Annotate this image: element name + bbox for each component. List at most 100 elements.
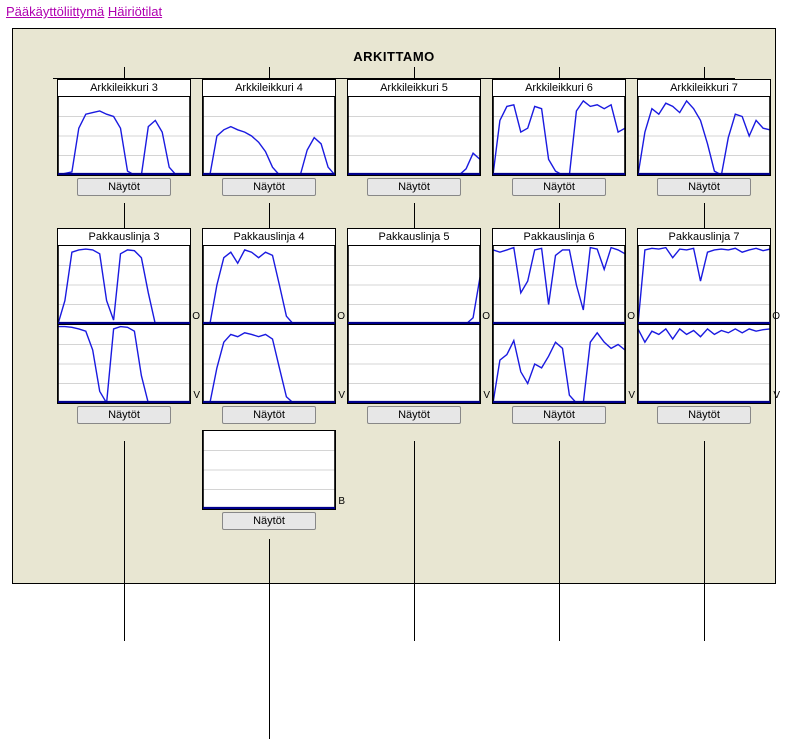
chart: B — [203, 431, 335, 509]
column: Arkkileikkuri 4 Näytöt Pakkauslinja 4 O … — [202, 79, 336, 536]
card-title: Pakkauslinja 3 — [58, 229, 190, 246]
chart: V — [58, 325, 190, 403]
axis-label: V — [628, 390, 635, 401]
chart: V — [203, 325, 335, 403]
connector — [269, 539, 270, 739]
button-row: Näytöt — [202, 510, 336, 536]
button-row: Näytöt — [202, 404, 336, 430]
link-main-ui[interactable]: Pääkäyttöliittymä — [6, 4, 104, 19]
chart-card: Pakkauslinja 3 O — [57, 228, 191, 325]
chart-card: Pakkauslinja 6 O — [492, 228, 626, 325]
connector — [704, 203, 705, 229]
show-button[interactable]: Näytöt — [657, 178, 751, 196]
column: Arkkileikkuri 7 Näytöt Pakkauslinja 7 O … — [637, 79, 771, 430]
button-row: Näytöt — [57, 404, 191, 430]
connector — [414, 67, 415, 79]
chart: V — [348, 325, 480, 403]
button-row: Näytöt — [637, 176, 771, 202]
card-title: Arkkileikkuri 5 — [348, 80, 480, 97]
chart-card: V — [637, 324, 771, 404]
show-button[interactable]: Näytöt — [367, 406, 461, 424]
chart-card: Arkkileikkuri 6 — [492, 79, 626, 176]
button-row: Näytöt — [637, 404, 771, 430]
chart-card: Pakkauslinja 5 O — [347, 228, 481, 325]
chart: O — [203, 246, 335, 324]
chart-card: Arkkileikkuri 4 — [202, 79, 336, 176]
chart: O — [638, 246, 770, 324]
show-button[interactable]: Näytöt — [222, 178, 316, 196]
chart-card: V — [347, 324, 481, 404]
connector — [704, 441, 705, 641]
chart: O — [58, 246, 190, 324]
button-row: Näytöt — [492, 176, 626, 202]
axis-label: O — [482, 311, 490, 322]
axis-label: V — [193, 390, 200, 401]
column: Arkkileikkuri 5 Näytöt Pakkauslinja 5 O … — [347, 79, 481, 430]
chart — [58, 97, 190, 175]
axis-label: B — [338, 496, 345, 507]
button-row: Näytöt — [347, 404, 481, 430]
show-button[interactable]: Näytöt — [77, 178, 171, 196]
card-title: Pakkauslinja 6 — [493, 229, 625, 246]
chart-card: Pakkauslinja 7 O — [637, 228, 771, 325]
chart-card: Pakkauslinja 4 O — [202, 228, 336, 325]
card-title: Arkkileikkuri 6 — [493, 80, 625, 97]
connector — [124, 441, 125, 641]
button-row: Näytöt — [202, 176, 336, 202]
chart-card: V — [202, 324, 336, 404]
link-fault-states[interactable]: Häiriötilat — [108, 4, 162, 19]
chart: V — [493, 325, 625, 403]
axis-label: O — [337, 311, 345, 322]
connector — [414, 203, 415, 229]
connector — [559, 203, 560, 229]
axis-label: O — [192, 311, 200, 322]
show-button[interactable]: Näytöt — [512, 406, 606, 424]
connector — [704, 67, 705, 79]
chart-grid: Arkkileikkuri 3 Näytöt Pakkauslinja 3 O … — [13, 79, 775, 563]
chart — [493, 97, 625, 175]
column: Arkkileikkuri 6 Näytöt Pakkauslinja 6 O … — [492, 79, 626, 430]
show-button[interactable]: Näytöt — [657, 406, 751, 424]
card-title: Arkkileikkuri 7 — [638, 80, 770, 97]
chart-card: V — [492, 324, 626, 404]
chart-card: Arkkileikkuri 3 — [57, 79, 191, 176]
show-button[interactable]: Näytöt — [367, 178, 461, 196]
page-title: ARKITTAMO — [13, 29, 775, 72]
card-title: Pakkauslinja 7 — [638, 229, 770, 246]
chart-card: Arkkileikkuri 7 — [637, 79, 771, 176]
chart — [348, 97, 480, 175]
show-button[interactable]: Näytöt — [512, 178, 606, 196]
connector — [559, 67, 560, 79]
chart: V — [638, 325, 770, 403]
button-row: Näytöt — [492, 404, 626, 430]
chart: O — [348, 246, 480, 324]
connector — [414, 441, 415, 641]
chart-card: B — [202, 430, 336, 510]
show-button[interactable]: Näytöt — [77, 406, 171, 424]
axis-label: V — [483, 390, 490, 401]
show-button[interactable]: Näytöt — [222, 406, 316, 424]
button-row: Näytöt — [347, 176, 481, 202]
chart — [638, 97, 770, 175]
connector — [559, 441, 560, 641]
chart — [203, 97, 335, 175]
show-button[interactable]: Näytöt — [222, 512, 316, 530]
main-panel: ARKITTAMO Arkkileikkuri 3 Näytöt Pakkaus… — [12, 28, 776, 584]
button-row: Näytöt — [57, 176, 191, 202]
axis-label: V — [773, 390, 780, 401]
card-title: Arkkileikkuri 3 — [58, 80, 190, 97]
connector — [269, 67, 270, 79]
column: Arkkileikkuri 3 Näytöt Pakkauslinja 3 O … — [57, 79, 191, 430]
axis-label: O — [772, 311, 780, 322]
chart-card: V — [57, 324, 191, 404]
connector — [124, 203, 125, 229]
card-title: Pakkauslinja 4 — [203, 229, 335, 246]
chart: O — [493, 246, 625, 324]
card-title: Arkkileikkuri 4 — [203, 80, 335, 97]
connector — [124, 67, 125, 79]
chart-card: Arkkileikkuri 5 — [347, 79, 481, 176]
nav-links: Pääkäyttöliittymä Häiriötilat — [0, 0, 786, 23]
connector — [269, 203, 270, 229]
card-title: Pakkauslinja 5 — [348, 229, 480, 246]
axis-label: V — [338, 390, 345, 401]
